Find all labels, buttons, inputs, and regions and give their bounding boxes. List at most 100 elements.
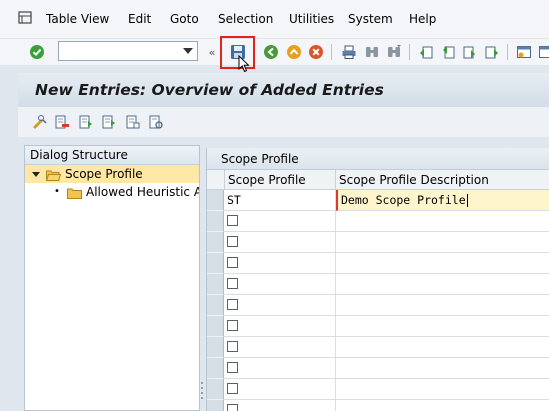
checkbox-icon <box>227 236 238 247</box>
description-input[interactable] <box>336 400 549 411</box>
scope-profile-input[interactable] <box>224 358 336 379</box>
select-block-icon[interactable] <box>100 113 118 131</box>
menu-edit[interactable]: Edit <box>128 12 151 26</box>
toolbar-separator <box>331 44 332 60</box>
tree-item-label: Allowed Heuristic Alg <box>86 185 199 199</box>
checkbox-icon <box>227 362 238 373</box>
table-row <box>207 253 549 274</box>
row-selector[interactable] <box>207 379 224 400</box>
last-page-icon[interactable] <box>483 43 501 61</box>
toolbar-separator <box>507 44 508 60</box>
checkbox-icon <box>227 320 238 331</box>
row-selector[interactable] <box>207 232 224 253</box>
menu-options-icon[interactable] <box>18 11 32 24</box>
description-input[interactable] <box>336 211 549 232</box>
scope-profile-input[interactable] <box>224 400 336 411</box>
title-bar: New Entries: Overview of Added Entries <box>18 73 549 107</box>
configuration-icon[interactable] <box>147 113 165 131</box>
checkbox-icon <box>227 257 238 268</box>
tree-item-allowed-heuristic-alg[interactable]: • Allowed Heuristic Alg <box>25 183 199 201</box>
row-selector[interactable] <box>207 190 224 211</box>
generate-shortcut-icon[interactable] <box>537 43 549 61</box>
application-toolbar <box>18 107 549 137</box>
description-input[interactable] <box>336 253 549 274</box>
table-title: Scope Profile <box>207 148 549 170</box>
splitter-handle[interactable] <box>200 380 204 400</box>
page-title: New Entries: Overview of Added Entries <box>35 81 384 99</box>
row-selector[interactable] <box>207 358 224 379</box>
scope-profile-input[interactable] <box>224 274 336 295</box>
checkbox-icon <box>227 341 238 352</box>
description-input[interactable] <box>336 316 549 337</box>
checkbox-icon <box>227 299 238 310</box>
table-control: Scope Profile Scope Profile Scope Profil… <box>206 148 549 411</box>
description-value: Demo Scope Profile <box>341 193 466 207</box>
change-display-icon[interactable] <box>30 113 48 131</box>
enter-icon[interactable] <box>28 43 46 61</box>
scope-profile-input[interactable] <box>224 295 336 316</box>
dialog-structure-header: Dialog Structure <box>25 146 199 165</box>
cancel-icon[interactable] <box>307 43 325 61</box>
row-selector[interactable] <box>207 274 224 295</box>
first-page-icon[interactable] <box>417 43 435 61</box>
scope-profile-input[interactable] <box>224 379 336 400</box>
menu-help[interactable]: Help <box>409 12 436 26</box>
table-row <box>207 211 549 232</box>
table-row <box>207 274 549 295</box>
folder-open-icon <box>45 168 62 181</box>
create-session-icon[interactable] <box>515 43 533 61</box>
column-header-scope-profile[interactable]: Scope Profile <box>225 170 336 190</box>
checkbox-icon <box>227 383 238 394</box>
scope-profile-input[interactable]: ST <box>224 190 336 211</box>
table-row <box>207 337 549 358</box>
folder-icon <box>67 186 82 199</box>
description-input[interactable] <box>336 379 549 400</box>
description-input[interactable] <box>336 295 549 316</box>
description-input[interactable] <box>336 358 549 379</box>
print-icon[interactable] <box>340 43 358 61</box>
find-icon[interactable] <box>363 43 381 61</box>
menu-selection[interactable]: Selection <box>218 12 273 26</box>
expand-arrow-icon[interactable] <box>32 172 40 177</box>
description-input[interactable] <box>336 337 549 358</box>
table-row <box>207 400 549 411</box>
previous-page-icon[interactable] <box>439 43 457 61</box>
menu-bar: Table View Edit Goto Selection Utilities… <box>0 0 549 38</box>
select-all-rows-button[interactable] <box>207 170 225 190</box>
row-selector[interactable] <box>207 316 224 337</box>
toolbar-collapse-icon[interactable]: « <box>207 43 217 61</box>
row-selector[interactable] <box>207 253 224 274</box>
menu-table-view[interactable]: Table View <box>46 12 109 26</box>
scope-profile-input[interactable] <box>224 232 336 253</box>
table-row <box>207 379 549 400</box>
exit-icon[interactable] <box>285 43 303 61</box>
row-selector[interactable] <box>207 400 224 411</box>
chevron-down-icon[interactable] <box>183 48 193 54</box>
find-next-icon[interactable] <box>385 43 403 61</box>
deselect-all-icon[interactable] <box>124 113 142 131</box>
menu-utilities[interactable]: Utilities <box>289 12 334 26</box>
tree-item-scope-profile[interactable]: Scope Profile <box>25 165 199 183</box>
table-row <box>207 232 549 253</box>
back-icon[interactable] <box>262 43 280 61</box>
description-input[interactable] <box>336 232 549 253</box>
checkbox-icon <box>227 404 238 411</box>
description-input[interactable]: Demo Scope Profile <box>336 190 549 211</box>
next-page-icon[interactable] <box>461 43 479 61</box>
command-field[interactable] <box>58 41 198 61</box>
row-selector[interactable] <box>207 337 224 358</box>
scope-profile-input[interactable] <box>224 316 336 337</box>
scope-profile-input[interactable] <box>224 211 336 232</box>
select-all-icon[interactable] <box>77 113 95 131</box>
column-header-description[interactable]: Scope Profile Description <box>336 170 549 190</box>
row-selector[interactable] <box>207 295 224 316</box>
scope-profile-input[interactable] <box>224 337 336 358</box>
scope-profile-input[interactable] <box>224 253 336 274</box>
row-selector[interactable] <box>207 211 224 232</box>
delete-icon[interactable] <box>53 113 71 131</box>
description-input[interactable] <box>336 274 549 295</box>
table-row <box>207 316 549 337</box>
dialog-structure-panel: Dialog Structure Scope Profile • Allowed… <box>24 145 200 411</box>
menu-system[interactable]: System <box>348 12 393 26</box>
menu-goto[interactable]: Goto <box>170 12 199 26</box>
